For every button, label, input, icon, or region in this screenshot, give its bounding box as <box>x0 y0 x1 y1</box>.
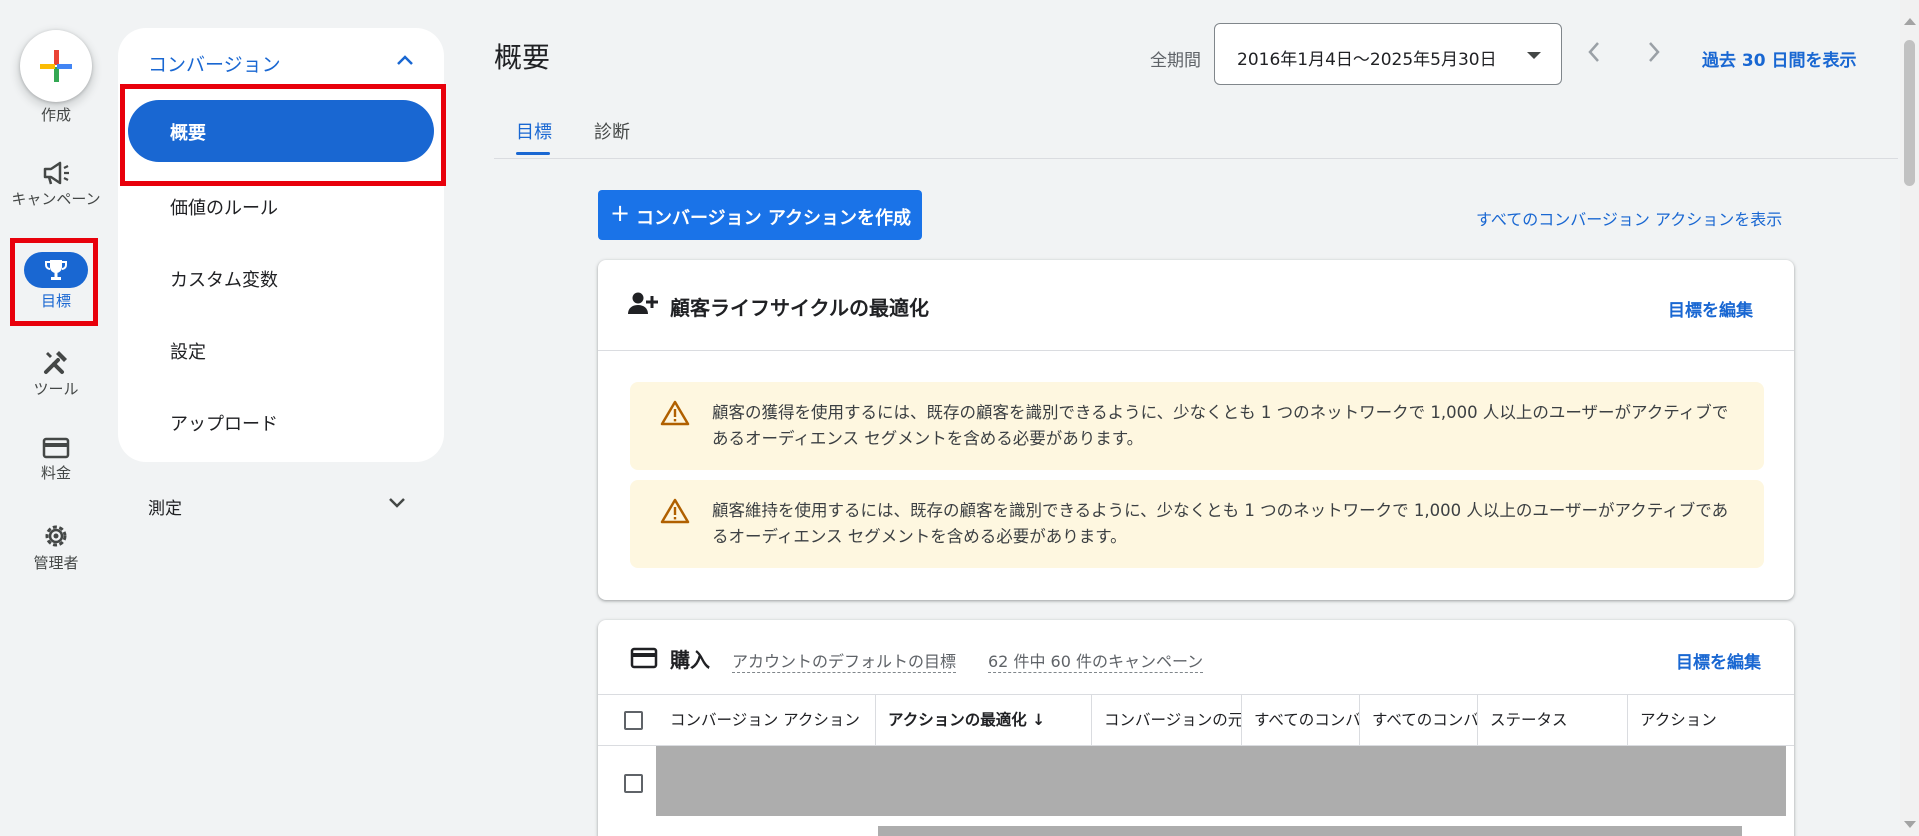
date-range-value: 2016年1月4日〜2025年5月30日 <box>1237 50 1497 70</box>
subnav-item-uploads[interactable]: アップロード <box>170 410 278 436</box>
next-period-icon[interactable] <box>1646 40 1662 64</box>
warning-icon <box>660 498 690 524</box>
warning-banner: 顧客の獲得を使用するには、既存の顧客を識別できるように、少なくとも 1 つのネッ… <box>630 382 1764 470</box>
scroll-thumb[interactable] <box>1904 40 1915 186</box>
period-label: 全期間 <box>1150 51 1201 71</box>
tab-diagnostics[interactable]: 診断 <box>594 118 630 144</box>
highlight-box-goals <box>10 238 98 326</box>
create-conversion-action-label: コンバージョン アクションを作成 <box>636 208 912 229</box>
card-divider <box>598 350 1794 351</box>
redacted-row <box>878 826 1742 836</box>
rail-item-admin[interactable]: 管理者 <box>4 522 108 572</box>
page-scrollbar[interactable] <box>1900 0 1919 836</box>
tabs-divider <box>494 158 1898 159</box>
column-header[interactable]: アクション <box>1628 695 1794 746</box>
rail-label-tools: ツール <box>33 380 79 398</box>
previous-period-icon[interactable] <box>1586 40 1602 64</box>
edit-goal-link[interactable]: 目標を編集 <box>1668 296 1753 321</box>
highlight-box-overview <box>120 84 446 186</box>
campaign-count-label[interactable]: 62 件中 60 件のキャンペーン <box>988 648 1204 673</box>
warning-text: 顧客の獲得を使用するには、既存の顧客を識別できるように、少なくとも 1 つのネッ… <box>712 403 1729 448</box>
tab-goals[interactable]: 目標 <box>516 118 552 144</box>
rail-label-campaigns: キャンペーン <box>11 190 101 208</box>
create-conversion-action-button[interactable]: + コンバージョン アクションを作成 <box>598 190 922 240</box>
chevron-down-icon[interactable] <box>388 497 406 509</box>
warning-text: 顧客維持を使用するには、既存の顧客を識別できるように、少なくとも 1 つのネット… <box>712 501 1729 546</box>
subnav-item-custom-variables[interactable]: カスタム変数 <box>170 266 278 292</box>
scroll-up-icon[interactable] <box>1904 18 1916 25</box>
warning-icon <box>660 400 690 426</box>
plus-icon: + <box>610 199 631 227</box>
dropdown-arrow-icon <box>1527 52 1541 59</box>
create-label: 作成 <box>40 106 71 124</box>
subnav-item-value-rules[interactable]: 価値のルール <box>170 194 278 220</box>
edit-goal-link[interactable]: 目標を編集 <box>1676 648 1761 673</box>
tools-icon <box>44 351 67 374</box>
select-all-checkbox[interactable] <box>624 711 643 730</box>
left-rail: 作成 キャンペーン 目標 ツール 料金 管理者 <box>4 4 108 836</box>
megaphone-icon <box>43 161 69 185</box>
redacted-row <box>656 746 1786 816</box>
credit-card-icon <box>630 647 658 669</box>
rail-item-tools[interactable]: ツール <box>4 348 108 398</box>
column-header[interactable]: コンバージョン アクション <box>658 695 876 746</box>
page-title: 概要 <box>494 41 551 74</box>
column-header[interactable]: コンバージョンの元 <box>1092 695 1242 746</box>
plus-icon <box>40 50 72 82</box>
rail-item-campaigns[interactable]: キャンペーン <box>4 160 108 208</box>
column-header[interactable]: すべてのコンバ <box>1242 695 1360 746</box>
warning-banner: 顧客維持を使用するには、既存の顧客を識別できるように、少なくとも 1 つのネット… <box>630 480 1764 568</box>
rail-label-billing: 料金 <box>40 464 71 482</box>
chevron-up-icon[interactable] <box>396 54 414 66</box>
rail-label-admin: 管理者 <box>33 554 79 572</box>
column-header[interactable]: ステータス <box>1478 695 1628 746</box>
customer-lifecycle-title: 顧客ライフサイクルの最適化 <box>670 296 929 320</box>
table-header: コンバージョン アクション アクションの最適化 ↓ コンバージョンの元 すべての… <box>598 694 1794 746</box>
subnav-section-measurement[interactable]: 測定 <box>148 494 182 519</box>
date-range-picker[interactable]: 2016年1月4日〜2025年5月30日 <box>1214 23 1562 85</box>
view-all-conversion-actions-link[interactable]: すべてのコンバージョン アクションを表示 <box>1476 206 1782 230</box>
subnav-section-conversions[interactable]: コンバージョン <box>148 50 281 77</box>
purchase-goal-card: 購入 アカウントのデフォルトの目標 62 件中 60 件のキャンペーン 目標を編… <box>598 620 1794 836</box>
tab-active-indicator <box>516 152 550 155</box>
scroll-down-icon[interactable] <box>1904 821 1916 828</box>
subnav-item-settings[interactable]: 設定 <box>170 338 206 364</box>
column-header-sorted[interactable]: アクションの最適化 ↓ <box>876 695 1092 746</box>
gear-icon <box>45 525 67 547</box>
purchase-title: 購入 <box>670 648 710 672</box>
person-add-icon <box>628 292 658 314</box>
column-header[interactable]: すべてのコンバ <box>1360 695 1478 746</box>
customer-lifecycle-card: 顧客ライフサイクルの最適化 目標を編集 顧客の獲得を使用するには、既存の顧客を識… <box>598 260 1794 600</box>
account-default-goal-label[interactable]: アカウントのデフォルトの目標 <box>732 648 957 673</box>
rail-item-billing[interactable]: 料金 <box>4 436 108 482</box>
credit-card-icon <box>42 437 70 459</box>
show-last-30-days-link[interactable]: 過去 30 日間を表示 <box>1702 46 1857 71</box>
row-checkbox[interactable] <box>624 774 643 793</box>
create-button[interactable] <box>20 30 92 102</box>
